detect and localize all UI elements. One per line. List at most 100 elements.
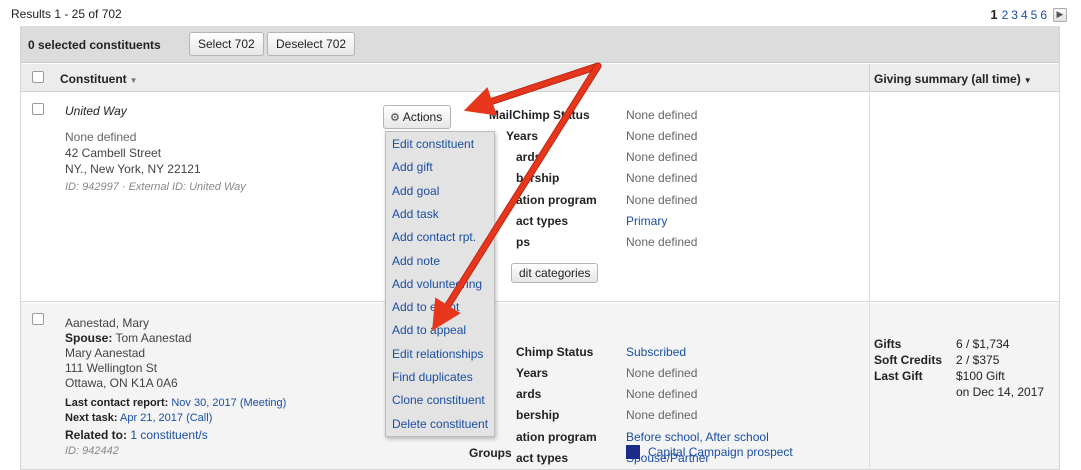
page-link-6[interactable]: 6 bbox=[1040, 8, 1047, 22]
related-label: Related to: bbox=[65, 428, 128, 442]
constituent-id: ID: 942997 · External ID: United Way bbox=[65, 181, 246, 193]
group-color-swatch bbox=[626, 445, 640, 459]
constituents-table: 0 selected constituents Select 702 Desel… bbox=[20, 26, 1060, 470]
gear-icon: ⚙ bbox=[390, 112, 400, 124]
menu-item-add-contact-report[interactable]: Add contact rpt. bbox=[392, 230, 476, 244]
attr-label: act types bbox=[516, 451, 569, 465]
page-current: 1 bbox=[990, 7, 998, 22]
page-link-4[interactable]: 4 bbox=[1021, 8, 1028, 22]
menu-item-add-to-appeal[interactable]: Add to appeal bbox=[392, 323, 466, 337]
last-gift-label: Last Gift bbox=[874, 369, 923, 383]
attr-value: None defined bbox=[626, 108, 698, 122]
next-page-button[interactable]: ▶ bbox=[1053, 7, 1067, 22]
menu-item-add-note[interactable]: Add note bbox=[392, 254, 440, 268]
row-checkbox[interactable] bbox=[32, 313, 44, 325]
bulk-action-bar: 0 selected constituents Select 702 Desel… bbox=[21, 26, 1059, 63]
menu-item-clone-constituent[interactable]: Clone constituent bbox=[392, 393, 485, 407]
page-link-2[interactable]: 2 bbox=[1002, 8, 1009, 22]
address-city: NY., New York, NY 22121 bbox=[65, 162, 201, 176]
last-contact-line: Last contact report: Nov 30, 2017 (Meeti… bbox=[65, 397, 286, 409]
row-checkbox[interactable] bbox=[32, 103, 44, 115]
attr-label: MailChimp Status bbox=[489, 108, 590, 122]
attr-value-link[interactable]: Primary bbox=[626, 214, 667, 228]
results-count: Results 1 - 25 of 702 bbox=[11, 7, 122, 21]
column-giving-summary[interactable]: Giving summary (all time) ▼ bbox=[874, 72, 1032, 86]
actions-label: Actions bbox=[402, 110, 443, 124]
spouse-line: Spouse: Tom Aanestad bbox=[65, 331, 192, 345]
attr-label: Groups bbox=[469, 446, 512, 460]
actions-button[interactable]: ⚙ Actions bbox=[383, 105, 452, 129]
attr-value-link[interactable]: Before school, After school bbox=[626, 430, 769, 444]
menu-item-add-volunteering[interactable]: Add volunteering bbox=[392, 277, 482, 291]
page-link-5[interactable]: 5 bbox=[1031, 8, 1038, 22]
attr-value: None defined bbox=[626, 150, 698, 164]
group-value: Capital Campaign prospect bbox=[626, 445, 793, 459]
next-task-label: Next task: bbox=[65, 412, 118, 424]
related-line: Related to: 1 constituent/s bbox=[65, 428, 208, 442]
menu-item-add-goal[interactable]: Add goal bbox=[392, 184, 439, 198]
menu-item-add-gift[interactable]: Add gift bbox=[392, 160, 433, 174]
column-divider bbox=[869, 93, 870, 301]
page-link-3[interactable]: 3 bbox=[1011, 8, 1018, 22]
menu-item-add-task[interactable]: Add task bbox=[392, 207, 439, 221]
next-task-line: Next task: Apr 21, 2017 (Call) bbox=[65, 412, 212, 424]
menu-item-edit-constituent[interactable]: Edit constituent bbox=[392, 137, 474, 151]
column-divider bbox=[869, 64, 870, 92]
gifts-label: Gifts bbox=[874, 337, 902, 351]
column-constituent[interactable]: Constituent ▼ bbox=[60, 72, 138, 86]
select-all-checkbox[interactable] bbox=[32, 71, 44, 83]
column-giving-label: Giving summary (all time) bbox=[874, 72, 1021, 86]
attr-label: ards bbox=[516, 150, 542, 164]
group-link[interactable]: Capital Campaign prospect bbox=[648, 445, 793, 459]
last-gift-date: on Dec 14, 2017 bbox=[956, 385, 1045, 399]
attr-value: None defined bbox=[626, 387, 698, 401]
attr-value: None defined bbox=[626, 193, 698, 207]
last-contact-link[interactable]: Nov 30, 2017 (Meeting) bbox=[171, 397, 286, 409]
attr-value: None defined bbox=[626, 366, 698, 380]
attr-label: Years bbox=[516, 366, 549, 380]
attr-value: None defined bbox=[626, 129, 698, 143]
actions-menu: Edit constituent Add gift Add goal Add t… bbox=[385, 131, 495, 437]
attr-label: ation program bbox=[516, 430, 597, 444]
menu-item-edit-relationships[interactable]: Edit relationships bbox=[392, 347, 483, 361]
gifts-link[interactable]: 6 / $1,734 bbox=[956, 337, 1009, 351]
constituent-line: None defined bbox=[65, 130, 137, 144]
spouse-value: Tom Aanestad bbox=[115, 331, 192, 345]
select-all-button[interactable]: Select 702 bbox=[189, 32, 264, 56]
address-street: 42 Cambell Street bbox=[65, 146, 162, 160]
constituent-name-link[interactable]: Aanestad, Mary bbox=[65, 316, 149, 330]
attr-label: bership bbox=[516, 408, 560, 422]
next-task-link[interactable]: Apr 21, 2017 (Call) bbox=[120, 412, 212, 424]
menu-item-add-to-event[interactable]: Add to event bbox=[392, 300, 459, 314]
last-contact-label: Last contact report: bbox=[65, 397, 169, 409]
table-row: Aanestad, Mary Spouse: Tom Aanestad Mary… bbox=[21, 303, 1059, 470]
column-constituent-label: Constituent bbox=[60, 72, 127, 86]
caret-down-icon: ▼ bbox=[129, 76, 138, 85]
attr-label: Years bbox=[506, 129, 539, 143]
selected-count: 0 selected constituents bbox=[28, 38, 161, 52]
edit-categories-button[interactable]: dit categories bbox=[511, 263, 599, 283]
column-divider bbox=[869, 303, 870, 469]
attr-label: bership bbox=[516, 171, 560, 185]
pagination: 1 2 3 4 5 6 ▶ bbox=[990, 7, 1067, 22]
address-street: 111 Wellington St bbox=[65, 361, 158, 375]
menu-item-delete-constituent[interactable]: Delete constituent bbox=[392, 417, 488, 431]
attr-label: act types bbox=[516, 214, 569, 228]
soft-credits-label: Soft Credits bbox=[874, 353, 943, 367]
attr-value: None defined bbox=[626, 235, 698, 249]
table-row: United Way None defined 42 Cambell Stree… bbox=[21, 93, 1059, 302]
related-link[interactable]: 1 constituent/s bbox=[130, 428, 207, 442]
attr-value: None defined bbox=[626, 408, 698, 422]
menu-item-find-duplicates[interactable]: Find duplicates bbox=[392, 370, 473, 384]
constituent-name: United Way bbox=[65, 104, 127, 118]
deselect-all-button[interactable]: Deselect 702 bbox=[267, 32, 356, 56]
address-city: Ottawa, ON K1A 0A6 bbox=[65, 376, 178, 390]
spouse-label: Spouse: bbox=[65, 331, 113, 345]
last-gift-value: $100 Gift bbox=[956, 369, 1005, 383]
soft-credits-link[interactable]: 2 / $375 bbox=[956, 353, 999, 367]
attr-value-link[interactable]: Subscribed bbox=[626, 345, 686, 359]
caret-down-icon: ▼ bbox=[1023, 76, 1032, 85]
attr-label: ation program bbox=[516, 193, 597, 207]
attr-label: Chimp Status bbox=[516, 345, 594, 359]
attr-value: None defined bbox=[626, 171, 698, 185]
